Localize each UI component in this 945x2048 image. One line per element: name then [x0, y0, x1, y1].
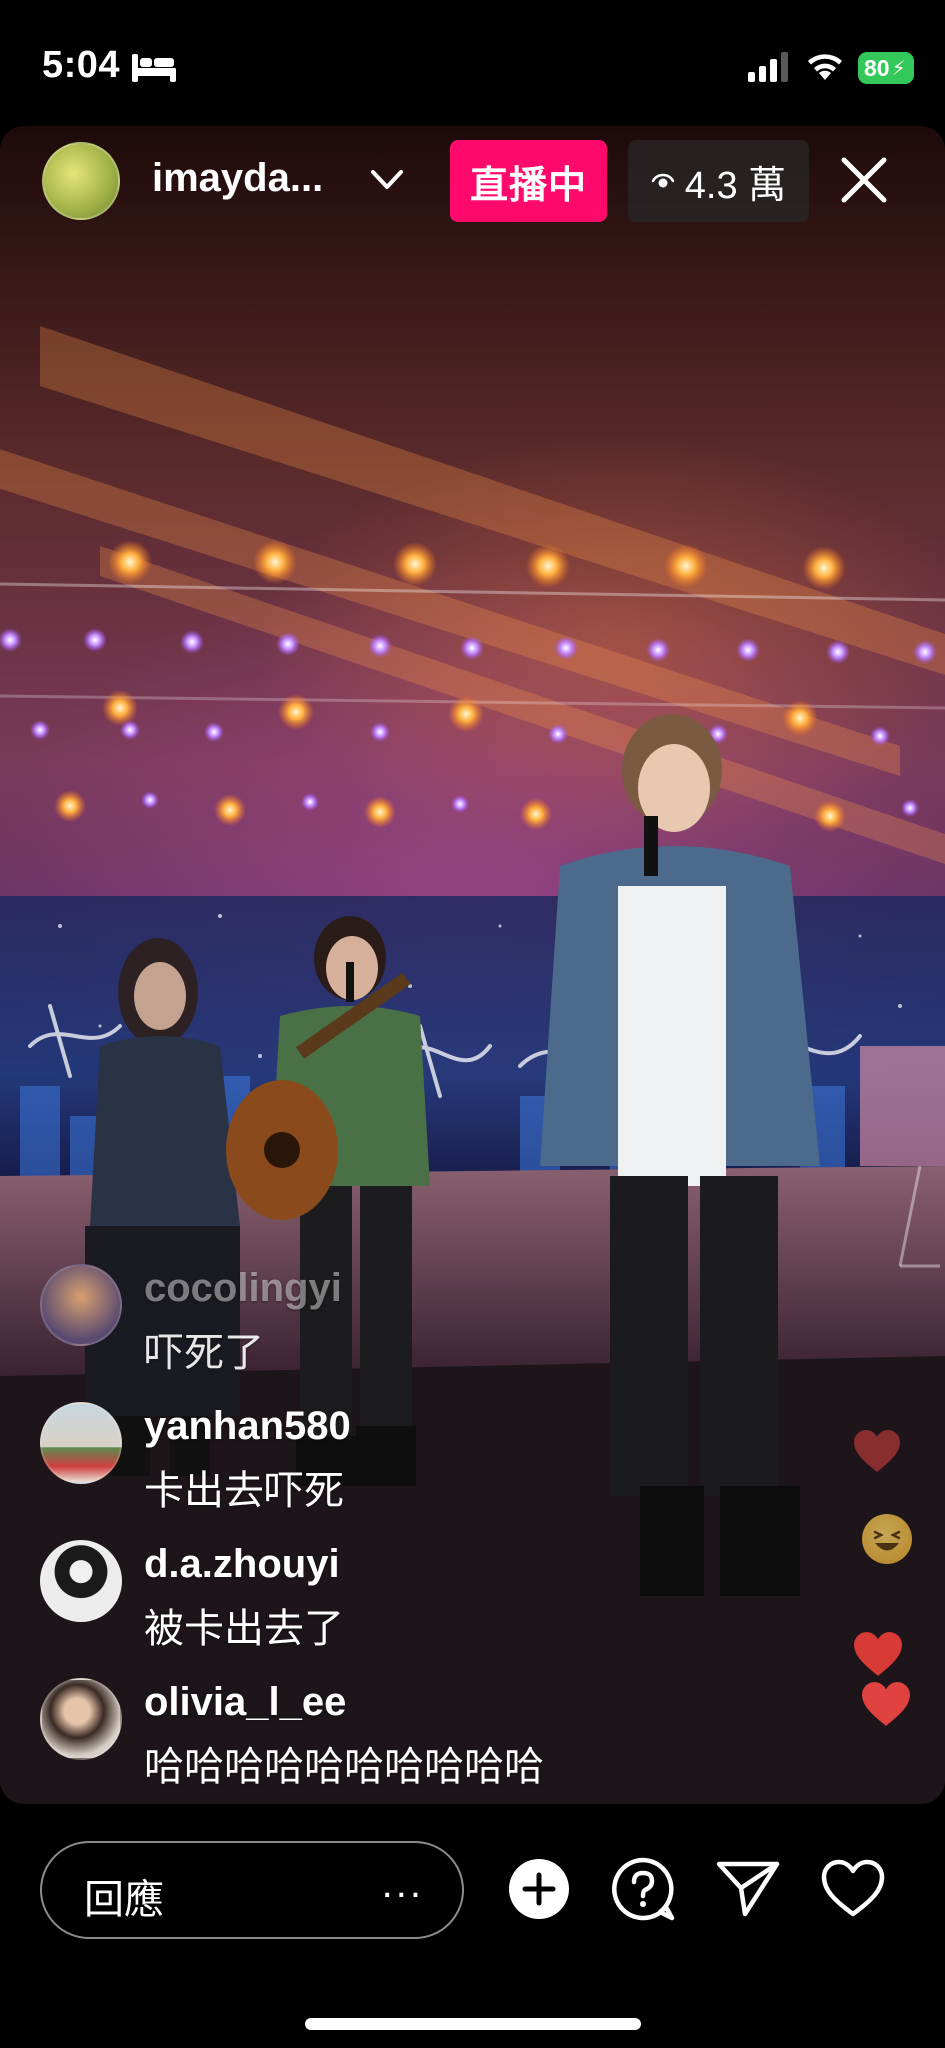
- bottom-bar: 回應 ...: [0, 1806, 945, 2048]
- bed-icon: [132, 54, 176, 82]
- chevron-down-icon[interactable]: [370, 168, 404, 192]
- comments-list: cocolingyi 吓死了 yanhan580 卡出去吓死 d.a.zhouy…: [40, 1258, 800, 1810]
- viewer-count: 4.3 萬: [684, 164, 787, 207]
- battery-charging-icon: 80 ⚡: [858, 52, 914, 84]
- add-icon[interactable]: [506, 1856, 572, 1922]
- heart-icon: [862, 1682, 910, 1726]
- send-icon[interactable]: [715, 1856, 781, 1922]
- question-icon[interactable]: [610, 1856, 676, 1922]
- close-icon[interactable]: [838, 154, 890, 206]
- commenter-avatar[interactable]: [40, 1402, 122, 1484]
- commenter-username[interactable]: d.a.zhouyi: [144, 1542, 340, 1587]
- comment-text: 被卡出去了: [144, 1607, 344, 1651]
- status-time: 5:04: [42, 44, 121, 86]
- battery-level: 80: [864, 54, 890, 81]
- commenter-avatar[interactable]: [40, 1540, 122, 1622]
- heart-icon[interactable]: [820, 1856, 886, 1922]
- comment-text: 哈哈哈哈哈哈哈哈哈哈: [144, 1745, 544, 1789]
- commenter-avatar[interactable]: [40, 1678, 122, 1760]
- live-badge: 直播中: [450, 140, 607, 222]
- comment-item: d.a.zhouyi 被卡出去了: [40, 1534, 800, 1672]
- status-bar: 5:04 80 ⚡: [0, 0, 945, 126]
- more-options-button[interactable]: ...: [382, 1864, 424, 1904]
- viewer-count-pill[interactable]: 4.3 萬: [628, 140, 809, 222]
- heart-icon: [854, 1430, 900, 1472]
- home-indicator[interactable]: [305, 2018, 641, 2030]
- eye-icon: [651, 173, 675, 188]
- comment-text: 卡出去吓死: [144, 1469, 344, 1513]
- comment-item: cocolingyi 吓死了: [40, 1258, 800, 1396]
- host-avatar[interactable]: [42, 142, 120, 220]
- commenter-username[interactable]: cocolingyi: [144, 1266, 342, 1311]
- reply-placeholder: 回應: [84, 1878, 164, 1922]
- comment-item: yanhan580 卡出去吓死: [40, 1396, 800, 1534]
- live-header: imayda... 直播中 4.3 萬: [0, 126, 945, 236]
- comment-text: 吓死了: [144, 1331, 264, 1375]
- host-username[interactable]: imayda...: [152, 156, 323, 201]
- heart-icon: [854, 1632, 902, 1676]
- reply-input[interactable]: 回應 ...: [40, 1841, 464, 1939]
- commenter-avatar[interactable]: [40, 1264, 122, 1346]
- comment-item: olivia_l_ee 哈哈哈哈哈哈哈哈哈哈: [40, 1672, 800, 1810]
- laughing-emoji-icon: [862, 1514, 912, 1564]
- signal-icon: [748, 52, 788, 82]
- commenter-username[interactable]: yanhan580: [144, 1404, 351, 1449]
- wifi-icon: [808, 54, 842, 80]
- commenter-username[interactable]: olivia_l_ee: [144, 1680, 346, 1725]
